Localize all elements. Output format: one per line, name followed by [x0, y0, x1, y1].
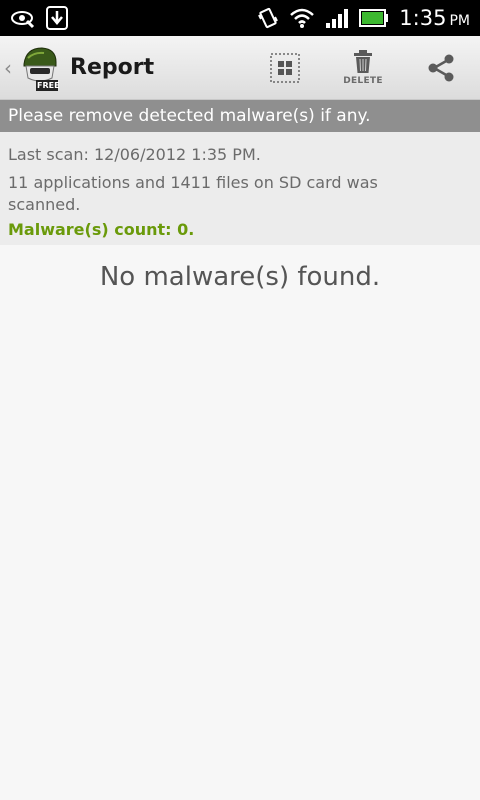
select-all-button[interactable]: [246, 36, 324, 100]
download-notification-icon: [46, 6, 68, 30]
instruction-banner: Please remove detected malware(s) if any…: [0, 100, 480, 132]
action-bar: ‹ FREE Report DELETE: [0, 36, 480, 100]
vibrate-icon: [257, 7, 279, 29]
share-button[interactable]: [402, 36, 480, 100]
app-logo-icon[interactable]: FREE: [16, 44, 60, 92]
status-clock: 1:35 PM: [399, 6, 470, 30]
select-all-icon: [270, 53, 300, 83]
no-malware-message: No malware(s) found.: [99, 262, 381, 292]
signal-icon: [325, 7, 349, 29]
battery-icon: [359, 8, 389, 28]
status-bar: 1:35 PM: [0, 0, 480, 36]
delete-label: DELETE: [343, 76, 383, 86]
scanned-text-line2: scanned.: [8, 195, 81, 214]
notification-icons: [10, 6, 68, 30]
page-title: Report: [70, 55, 155, 80]
scanned-text-line1: 11 applications and 1411 files on SD car…: [8, 173, 378, 192]
last-scan-text: Last scan: 12/06/2012 1:35 PM.: [8, 145, 261, 164]
delete-button[interactable]: DELETE: [324, 36, 402, 100]
share-icon: [428, 54, 454, 82]
scan-summary: Last scan: 12/06/2012 1:35 PM. 11 applic…: [0, 132, 480, 245]
trash-icon: [354, 50, 372, 73]
system-icons: 1:35 PM: [257, 6, 470, 30]
malware-count: Malware(s) count: 0.: [8, 220, 195, 239]
up-caret-icon[interactable]: ‹: [4, 56, 14, 80]
action-buttons: DELETE: [246, 36, 480, 100]
eye-notification-icon: [10, 7, 36, 29]
wifi-icon: [289, 7, 315, 29]
free-badge: FREE: [37, 80, 60, 90]
